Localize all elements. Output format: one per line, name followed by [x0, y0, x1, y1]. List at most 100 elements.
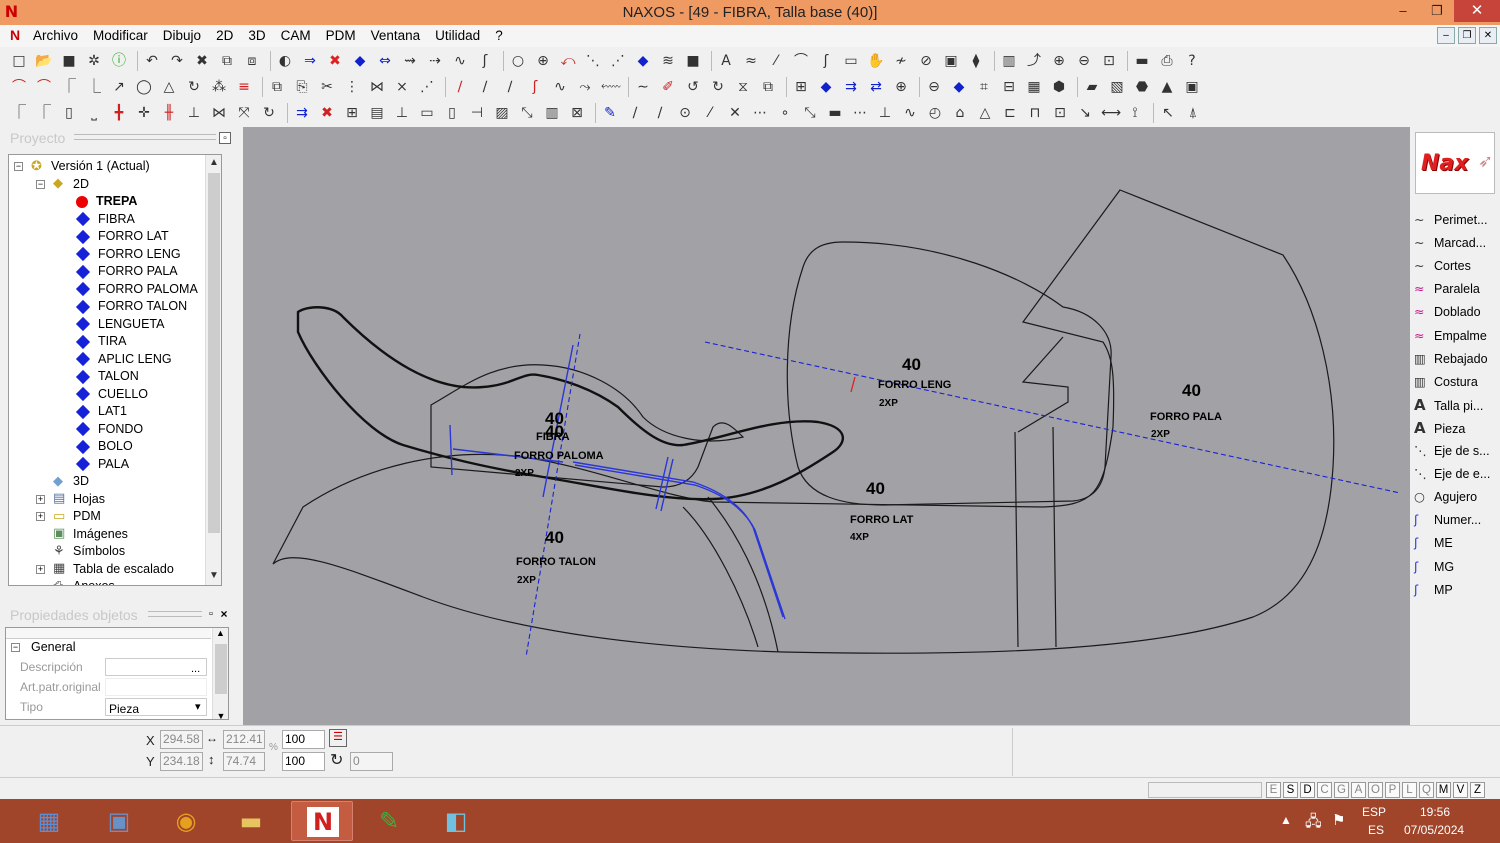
- scroll-down-icon[interactable]: ▼: [213, 711, 228, 719]
- status-key-s[interactable]: S: [1283, 782, 1298, 798]
- tree-item-piece[interactable]: PALA: [75, 456, 129, 473]
- mdi-restore-button[interactable]: ❐: [1458, 27, 1476, 44]
- taskbar-explorer-task-app[interactable]: ▣: [88, 801, 150, 841]
- magnify-icon[interactable]: ⊕: [892, 78, 910, 96]
- rect-b-icon[interactable]: ▭: [418, 104, 436, 122]
- status-key-o[interactable]: O: [1368, 782, 1383, 798]
- underline-icon[interactable]: ⎵: [85, 104, 103, 122]
- status-key-v[interactable]: V: [1453, 782, 1468, 798]
- original-pattern-field[interactable]: [105, 678, 207, 696]
- tree-item-folder2d[interactable]: ◆ 2D: [53, 176, 89, 193]
- tree-item-piece[interactable]: FORRO PALOMA: [75, 281, 198, 298]
- shape-icon[interactable]: ⧫: [967, 52, 985, 70]
- arrow-ne-icon[interactable]: ↗: [110, 78, 128, 96]
- menu-archivo[interactable]: Archivo: [33, 28, 86, 43]
- tree-item-red[interactable]: TREPA: [75, 193, 137, 210]
- document-icon[interactable]: N: [10, 27, 20, 43]
- dot-box-icon[interactable]: ⊡: [1051, 104, 1069, 122]
- width-field[interactable]: 212.41: [223, 730, 265, 749]
- col-icon[interactable]: ▯: [443, 104, 461, 122]
- panel-icon[interactable]: ▦: [1025, 78, 1043, 96]
- project-pin-button[interactable]: ▫: [219, 132, 231, 144]
- clock-icon[interactable]: ◴: [926, 104, 944, 122]
- status-key-d[interactable]: D: [1300, 782, 1315, 798]
- paste-icon[interactable]: ⎘: [293, 78, 311, 96]
- menu-ventana[interactable]: Ventana: [371, 28, 429, 43]
- window-icon[interactable]: ▣: [1183, 78, 1201, 96]
- table-grid-icon[interactable]: ⊞: [792, 78, 810, 96]
- tree-item-piece[interactable]: TIRA: [75, 333, 126, 350]
- tool-axis-s[interactable]: ⋱ Eje de s...: [1414, 440, 1490, 462]
- hourglass-icon[interactable]: ⧖: [734, 78, 752, 96]
- tree-item-piece[interactable]: FORRO LAT: [75, 228, 169, 245]
- cross-icon[interactable]: ⨯: [393, 78, 411, 96]
- scroll-up-icon[interactable]: ▲: [213, 628, 228, 638]
- corner-2-icon[interactable]: ⎿: [85, 78, 103, 96]
- tree-item-piece[interactable]: LAT1: [75, 403, 127, 420]
- tool-piece-text[interactable]: A Pieza: [1414, 417, 1465, 439]
- tree-expander-icon[interactable]: +: [36, 494, 45, 504]
- status-key-q[interactable]: Q: [1419, 782, 1434, 798]
- lines-icon[interactable]: ≡: [235, 78, 253, 96]
- stack-icon[interactable]: ▧: [1108, 78, 1126, 96]
- hand-icon[interactable]: ✋: [867, 52, 885, 70]
- tool-me[interactable]: ʃ ME: [1414, 532, 1453, 554]
- scroll-down-icon[interactable]: ▼: [206, 568, 221, 584]
- ruler-icon[interactable]: ▬: [1133, 52, 1151, 70]
- grid-icon[interactable]: ▣: [942, 52, 960, 70]
- help-icon[interactable]: ?: [1183, 52, 1201, 70]
- menu-3d[interactable]: 3D: [248, 28, 273, 43]
- page-icon[interactable]: ▯: [60, 104, 78, 122]
- line-b-icon[interactable]: ∕: [476, 78, 494, 96]
- tree-item-piece[interactable]: FIBRA: [75, 211, 135, 228]
- new-icon[interactable]: □: [10, 52, 28, 70]
- tee-icon[interactable]: ⊣: [468, 104, 486, 122]
- taskbar-file-explorer-app[interactable]: ▬: [220, 801, 282, 841]
- rotate-icon[interactable]: ↻: [330, 750, 343, 770]
- spline-icon[interactable]: ʃ: [476, 52, 494, 70]
- arc-b-icon[interactable]: ⌒: [35, 78, 53, 96]
- demagnify-icon[interactable]: ⊖: [925, 78, 943, 96]
- curve-icon[interactable]: ∿: [451, 52, 469, 70]
- blue-node-icon[interactable]: ◆: [817, 78, 835, 96]
- box-icon[interactable]: ⊞: [343, 104, 361, 122]
- move-icon[interactable]: ⇉: [842, 78, 860, 96]
- tool-cut[interactable]: ∼ Cortes: [1414, 255, 1471, 277]
- fill-icon[interactable]: ■: [684, 52, 702, 70]
- tool-splice[interactable]: ≈ Empalme: [1414, 325, 1487, 347]
- tool-mg[interactable]: ʃ MG: [1414, 556, 1454, 578]
- small-circle-icon[interactable]: ∘: [776, 104, 794, 122]
- tilde-icon[interactable]: ∼: [634, 78, 652, 96]
- tree-item-annex[interactable]: ⎙ Anexos: [53, 578, 115, 585]
- redo-icon[interactable]: ↷: [168, 52, 186, 70]
- offset-icon[interactable]: ≈: [742, 52, 760, 70]
- freehand-icon[interactable]: ʃ: [817, 52, 835, 70]
- block-icon[interactable]: ▰: [1083, 78, 1101, 96]
- arrow-icon[interactable]: ⤴: [1025, 52, 1043, 70]
- tree-item-piece[interactable]: FORRO LENG: [75, 246, 181, 263]
- frame-icon[interactable]: ⧉: [759, 78, 777, 96]
- rotate-r-icon[interactable]: ↻: [709, 78, 727, 96]
- bowtie-icon[interactable]: ⋈: [368, 78, 386, 96]
- scroll-thumb[interactable]: [215, 644, 227, 694]
- corner-c-icon[interactable]: ⎾: [10, 104, 28, 122]
- null-icon[interactable]: ⊘: [917, 52, 935, 70]
- pin-icon[interactable]: ✎: [601, 104, 619, 122]
- scatter-icon[interactable]: ⁂: [210, 78, 228, 96]
- tree-item-piece[interactable]: BOLO: [75, 438, 133, 455]
- hatch-icon[interactable]: ╫: [160, 104, 178, 122]
- type-select[interactable]: Pieza: [105, 698, 207, 716]
- corner-d-icon[interactable]: ⎾: [35, 104, 53, 122]
- doc-icon[interactable]: ▤: [368, 104, 386, 122]
- rotate-l-icon[interactable]: ↺: [684, 78, 702, 96]
- scroll-thumb[interactable]: [208, 173, 220, 533]
- perp-icon[interactable]: ⊥: [185, 104, 203, 122]
- tree-item-piece[interactable]: FORRO PALA: [75, 263, 178, 280]
- taskbar-naxos-app[interactable]: N: [291, 801, 353, 841]
- maximize-button[interactable]: ❐: [1420, 0, 1454, 22]
- scale-y-field[interactable]: 100: [282, 752, 325, 771]
- base-icon[interactable]: ⊥: [876, 104, 894, 122]
- vertical-icon[interactable]: ⟟: [1126, 104, 1144, 122]
- tri-b-icon[interactable]: △: [976, 104, 994, 122]
- plus-red-icon[interactable]: ╋: [110, 104, 128, 122]
